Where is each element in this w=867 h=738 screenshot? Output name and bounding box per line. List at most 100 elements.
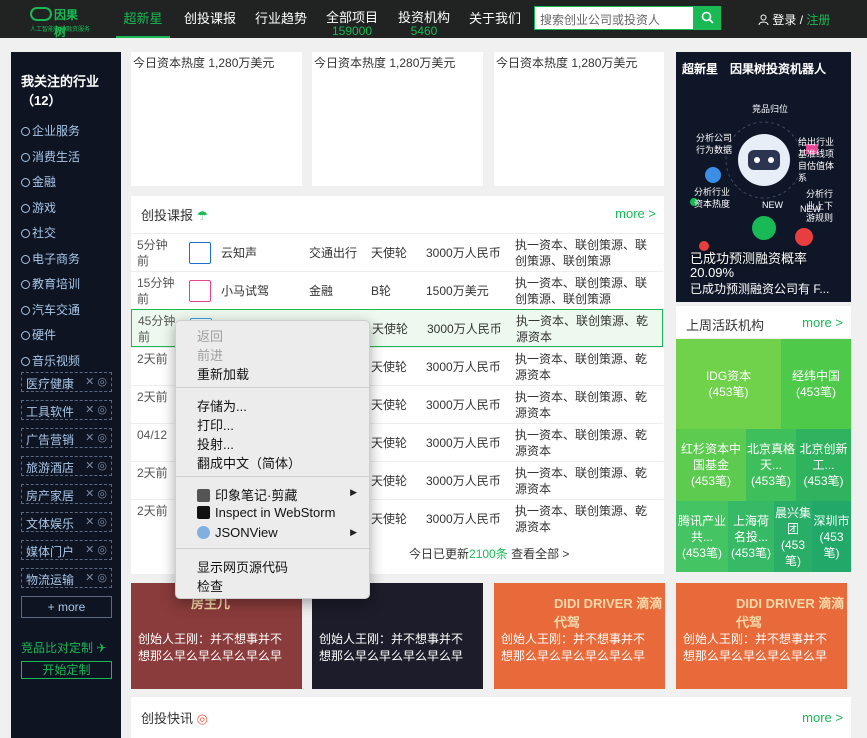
- submenu-arrow-icon: ▶: [350, 527, 357, 537]
- nav-investors[interactable]: 投资机构 5460: [393, 0, 455, 38]
- menu-cast[interactable]: 投射...: [197, 434, 234, 453]
- active-org-tile[interactable]: 经纬中国 (453笔): [781, 339, 851, 429]
- industry-label: 汽车交通: [32, 302, 81, 317]
- sidebar-tag-item[interactable]: 媒体门户 ✕ ◎: [21, 540, 112, 560]
- sidebar-industry-item[interactable]: 企业服务: [21, 122, 80, 139]
- login-area: 登录 / 注册: [758, 11, 830, 28]
- nav-all-projects[interactable]: 全部项目 159000: [321, 0, 383, 38]
- menu-translate[interactable]: 翻成中文（简体）: [197, 453, 301, 472]
- org-name: 经纬中国: [791, 369, 840, 383]
- remove-check-icon[interactable]: ✕ ◎: [85, 431, 107, 444]
- register-link[interactable]: 注册: [806, 13, 830, 27]
- capital-heat-card[interactable]: 今日资本热度 1,280万美元: [131, 52, 302, 186]
- capital-heat-card[interactable]: 今日资本热度 1,280万美元: [494, 52, 664, 186]
- remove-check-icon[interactable]: ✕ ◎: [85, 571, 107, 584]
- sidebar-industry-item[interactable]: 社交: [21, 224, 56, 241]
- industry-label: 游戏: [32, 200, 57, 215]
- sidebar-industry-item[interactable]: 硬件: [21, 326, 56, 343]
- active-org-tile[interactable]: 深圳市 (453笔): [812, 501, 851, 572]
- nav-supernova[interactable]: 超新星: [116, 0, 170, 38]
- nav-vc-report[interactable]: 创投课报: [180, 0, 240, 38]
- sidebar-industry-item[interactable]: 汽车交通: [21, 301, 80, 318]
- deal-row[interactable]: 15分钟前 小马试驾 金融 B轮 1500万美元 执一资本、联创策源、联创策源、联创策源: [131, 271, 663, 309]
- menu-evernote[interactable]: 印象笔记·剪藏: [197, 485, 297, 504]
- org-count: (453笔): [819, 529, 844, 560]
- deals-more-link[interactable]: more >: [615, 206, 656, 221]
- site-logo[interactable]: 因果树 人工智能驱动融资服务: [30, 5, 90, 39]
- login-link[interactable]: 登录: [772, 13, 796, 27]
- tag-label: 医疗健康: [26, 377, 75, 391]
- org-name: 上海荷名投...: [732, 513, 769, 544]
- remove-check-icon[interactable]: ✕ ◎: [85, 515, 107, 528]
- remove-check-icon[interactable]: ✕ ◎: [85, 403, 107, 416]
- menu-inspect[interactable]: 检查: [197, 576, 223, 595]
- deal-row[interactable]: 5分钟前 云知声 交通出行 天使轮 3000万人民币 执一资本、联创策源、联创策源、联创策…: [131, 233, 663, 271]
- industry-label: 金融: [32, 175, 57, 189]
- org-name: 深圳市: [813, 513, 850, 528]
- sidebar-tag-item[interactable]: 文体娱乐 ✕ ◎: [21, 512, 112, 532]
- org-count: (453笔): [690, 474, 731, 488]
- nav-industry-trends[interactable]: 行业趋势: [251, 0, 311, 38]
- sidebar-industry-item[interactable]: 电子商务: [21, 250, 80, 267]
- menu-separator: [176, 387, 369, 388]
- menu-back[interactable]: 返回: [197, 326, 223, 345]
- panel-title-text: 创投课报: [141, 208, 194, 223]
- news-card[interactable]: DIDI DRIVER 滴滴代驾 创始人王刚：并不想事并不想那么早么早么早么早么早: [494, 583, 665, 689]
- deal-company[interactable]: 小马试驾: [221, 283, 269, 299]
- view-all-link[interactable]: 查看全部 >: [511, 547, 569, 561]
- news-card[interactable]: DIDI DRIVER 滴滴代驾 创始人王刚：并不想事并不想那么早么早么早么早么早: [676, 583, 847, 689]
- separator: /: [799, 13, 804, 27]
- sidebar-tag-item[interactable]: 广告营销 ✕ ◎: [21, 428, 112, 448]
- evernote-icon: [197, 489, 210, 502]
- sidebar-industry-item[interactable]: 金融: [21, 173, 56, 190]
- deal-investors: 执一资本、联创策源、乾源资本: [515, 428, 648, 458]
- deal-time: 04/12: [137, 428, 168, 442]
- menu-forward[interactable]: 前进: [197, 345, 223, 364]
- active-org-tile[interactable]: 北京真格天... (453笔): [746, 429, 796, 501]
- menu-label: JSONView: [215, 525, 278, 540]
- flash-more-link[interactable]: more >: [802, 710, 843, 725]
- menu-jsonview[interactable]: JSONView: [197, 525, 278, 540]
- active-org-tile[interactable]: IDG资本 (453笔): [676, 339, 781, 429]
- menu-view-source[interactable]: 显示网页源代码: [197, 557, 288, 576]
- sidebar-tag-item[interactable]: 旅游酒店 ✕ ◎: [21, 456, 112, 476]
- menu-reload[interactable]: 重新加载: [197, 364, 249, 383]
- active-org-tile[interactable]: 北京创新工... (453笔): [796, 429, 851, 501]
- sidebar-industry-item[interactable]: 游戏: [21, 199, 56, 216]
- sidebar-tag-item[interactable]: 医疗健康 ✕ ◎: [21, 372, 112, 392]
- flash-title: 创投快讯: [141, 711, 194, 726]
- active-org-tile[interactable]: 腾讯产业共... (453笔): [676, 501, 728, 572]
- menu-save-as[interactable]: 存储为...: [197, 396, 247, 415]
- sidebar-industry-item[interactable]: 消费生活: [21, 148, 80, 165]
- active-orgs-more-link[interactable]: more >: [802, 315, 843, 330]
- update-prefix: 今日已更新: [409, 547, 470, 561]
- nav-label: 关于我们: [468, 11, 521, 26]
- active-org-tile[interactable]: 晨兴集团 (453笔): [774, 501, 812, 572]
- active-org-tile[interactable]: 红杉资本中国基金 (453笔): [676, 429, 746, 501]
- deal-company[interactable]: 云知声: [221, 245, 257, 261]
- menu-webstorm[interactable]: Inspect in WebStorm: [197, 505, 335, 520]
- more-industries-button[interactable]: + more: [21, 596, 112, 618]
- investment-robot-banner[interactable]: 超新星 因果树投资机器人 竞品归位 分析公司行为数据 给出行业基准线项目估值体系…: [676, 52, 851, 302]
- sidebar-tag-item[interactable]: 物流运输 ✕ ◎: [21, 568, 112, 588]
- capital-heat-card[interactable]: 今日资本热度 1,280万美元: [312, 52, 483, 186]
- active-orgs-header: 上周活跃机构 more >: [676, 306, 851, 338]
- sidebar-tag-item[interactable]: 房产家居 ✕ ◎: [21, 484, 112, 504]
- remove-check-icon[interactable]: ✕ ◎: [85, 459, 107, 472]
- remove-check-icon[interactable]: ✕ ◎: [85, 375, 107, 388]
- deal-round: 天使轮: [372, 322, 409, 336]
- heat-text: 今日资本热度 1,280万美元: [133, 56, 275, 70]
- remove-check-icon[interactable]: ✕ ◎: [85, 543, 107, 556]
- search-input[interactable]: 搜索创业公司或投资人: [534, 6, 694, 30]
- sidebar-tag-item[interactable]: 工具软件 ✕ ◎: [21, 400, 112, 420]
- menu-print[interactable]: 打印...: [197, 415, 234, 434]
- search-button[interactable]: [694, 6, 721, 30]
- sidebar-industry-item[interactable]: 音乐视频: [21, 352, 80, 369]
- start-customize-button[interactable]: 开始定制: [21, 661, 112, 679]
- tag-label: 工具软件: [26, 405, 75, 419]
- active-org-tile[interactable]: 上海荷名投... (453笔): [728, 501, 774, 572]
- org-name: IDG资本: [705, 369, 752, 383]
- sidebar-industry-item[interactable]: 教育培训: [21, 275, 80, 292]
- remove-check-icon[interactable]: ✕ ◎: [85, 487, 107, 500]
- nav-about-us[interactable]: 关于我们: [465, 0, 525, 38]
